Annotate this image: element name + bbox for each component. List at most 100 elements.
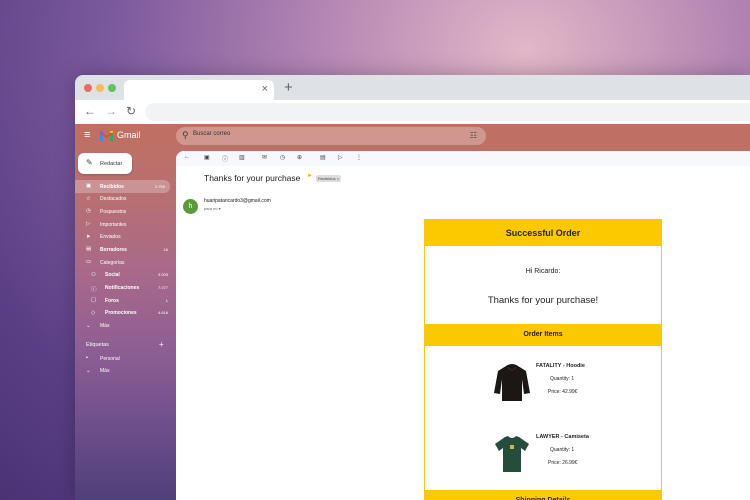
menu-icon[interactable]: ≡ <box>84 129 90 141</box>
label-icon: ▪ <box>86 355 88 362</box>
sidebar-item-label: Notificaciones <box>105 285 140 291</box>
item-quantity: Quantity: 1 <box>550 376 575 382</box>
labels-header: Etiquetas + <box>75 338 173 352</box>
unread-count: 2.769 <box>154 183 165 189</box>
sidebar-item-mas[interactable]: ⌄ Más <box>75 320 173 333</box>
address-bar[interactable] <box>145 103 750 121</box>
sidebar-item-enviados[interactable]: ➤ Enviados <box>75 231 173 244</box>
sidebar-item-label: Categorías <box>100 259 125 266</box>
chevron-down-icon: ⌄ <box>86 322 91 329</box>
message-view: ← ▣ ⓘ ▥ ✉ ◷ ⊕ ▤ ▷ ⋮ Thanks for your purc… <box>176 151 750 500</box>
important-icon: ▷ <box>86 221 91 228</box>
hoodie-image <box>494 364 530 401</box>
label-item-personal[interactable]: ▪ Personal <box>75 352 173 365</box>
email-thanks: Thanks for your purchase! <box>487 295 599 306</box>
star-icon: ☆ <box>86 195 91 202</box>
sender-email[interactable]: huaripataricardo3@gmail.com <box>204 198 271 204</box>
label-icon: ▭ <box>86 259 92 266</box>
reload-icon[interactable]: ↻ <box>126 104 136 118</box>
order-items-header: Order Items <box>425 324 661 346</box>
sidebar-item-recibidos[interactable]: ▣ Recibidos 2.769 <box>75 180 170 193</box>
sidebar-item-borradores[interactable]: ▤ Borradores 16 <box>75 243 173 256</box>
gmail-logo-text: Gmail <box>117 130 141 140</box>
snooze-icon[interactable]: ◷ <box>280 154 285 161</box>
close-icon[interactable]: × <box>262 83 268 95</box>
item-name: LAWYER - Camiseta <box>536 434 589 440</box>
labels-title: Etiquetas <box>86 342 109 349</box>
people-icon: ⚇ <box>91 271 96 278</box>
delete-icon[interactable]: ▥ <box>239 154 245 161</box>
unread-count: 3.003 <box>157 272 168 278</box>
tag-icon: ◇ <box>91 309 96 316</box>
label-item-label: Más <box>100 368 110 375</box>
forward-arrow-icon[interactable]: → <box>105 104 117 118</box>
compose-button[interactable]: ✎ Redactar <box>78 153 132 174</box>
order-item: LAWYER - Camiseta Quantity: 1 Price: 26.… <box>425 434 661 484</box>
sidebar-item-pospuestos[interactable]: ◷ Pospuestos <box>75 205 173 218</box>
draft-icon: ▤ <box>86 246 92 253</box>
recipient-toggle[interactable]: para mí ▾ <box>204 206 221 211</box>
sidebar-item-categorias[interactable]: ▭ Categorías <box>75 256 173 269</box>
sidebar-item-promociones[interactable]: ◇ Promociones 4.616 <box>75 307 173 320</box>
search-options-icon[interactable]: ☷ <box>470 131 477 140</box>
sidebar-item-social[interactable]: ⚇ Social 3.003 <box>75 269 173 282</box>
compose-label: Redactar <box>100 161 123 167</box>
label-item-mas[interactable]: ⌄ Más <box>75 365 173 378</box>
item-price: Price: 42.99€ <box>548 389 578 395</box>
send-icon: ➤ <box>86 233 91 240</box>
add-task-icon[interactable]: ⊕ <box>297 154 302 161</box>
add-label-button[interactable]: + <box>159 340 164 349</box>
order-item: FATALITY - Hoodie Quantity: 1 Price: 42.… <box>425 363 661 413</box>
sidebar-item-importantes[interactable]: ▷ Importantes <box>75 218 173 231</box>
draft-count: 16 <box>163 246 168 252</box>
label-icon[interactable]: ▷ <box>338 154 343 161</box>
search-input[interactable]: ⚲ Buscar correo ☷ <box>176 127 486 145</box>
gmail-app: ≡ Gmail ⚲ Buscar correo ☷ ✎ Redactar ▣ R… <box>75 124 750 500</box>
unread-count: 7.077 <box>157 285 168 290</box>
sidebar-item-notificaciones[interactable]: ⓘ Notificaciones 7.077 <box>75 282 173 295</box>
inbox-label-chip[interactable]: Recibidos × <box>316 175 342 182</box>
browser-tab[interactable]: × <box>124 80 274 100</box>
pencil-icon: ✎ <box>86 158 93 167</box>
item-name: FATALITY - Hoodie <box>536 363 585 369</box>
sidebar-item-label: Recibidos <box>100 183 124 190</box>
sidebar-item-label: Borradores <box>100 246 127 253</box>
forum-icon: ▢ <box>91 297 97 304</box>
avatar[interactable]: h <box>183 199 198 214</box>
gmail-logo-icon <box>100 131 113 141</box>
unread-count: 4.616 <box>157 310 168 316</box>
info-icon: ⓘ <box>91 286 97 293</box>
sidebar-item-label: Promociones <box>105 310 137 317</box>
move-to-icon[interactable]: ▤ <box>320 154 326 161</box>
inbox-icon: ▣ <box>86 183 92 189</box>
shipping-details-header: Shipping Details <box>425 490 661 500</box>
sidebar: ▣ Recibidos 2.769 ☆ Destacados ◷ Pospues… <box>75 180 173 378</box>
important-marker-icon[interactable]: ► <box>307 173 313 179</box>
email-header: Successful Order <box>425 220 661 246</box>
minimize-window-button[interactable] <box>96 84 104 92</box>
browser-window: × + ← → ↻ ≡ Gmail ⚲ Buscar correo ☷ ✎ Re… <box>75 75 750 500</box>
more-options-icon[interactable]: ⋮ <box>356 154 362 161</box>
report-spam-icon[interactable]: ⓘ <box>222 154 228 163</box>
tab-strip: × + <box>75 75 750 100</box>
archive-icon[interactable]: ▣ <box>204 154 210 161</box>
mark-unread-icon[interactable]: ✉ <box>262 154 267 161</box>
email-body: Successful Order Hi Ricardo: Thanks for … <box>424 219 662 500</box>
item-quantity: Quantity: 1 <box>550 447 575 453</box>
back-arrow-icon[interactable]: ← <box>184 154 190 160</box>
unread-count: 1 <box>165 297 168 303</box>
chevron-down-icon: ⌄ <box>86 367 91 374</box>
new-tab-button[interactable]: + <box>284 79 293 96</box>
close-window-button[interactable] <box>84 84 92 92</box>
sidebar-item-label: Foros <box>105 297 119 304</box>
search-icon[interactable]: ⚲ <box>182 130 189 141</box>
sidebar-item-label: Enviados <box>100 234 121 241</box>
email-greeting: Hi Ricardo: <box>525 268 561 275</box>
back-arrow-icon[interactable]: ← <box>84 104 96 118</box>
sidebar-item-foros[interactable]: ▢ Foros 1 <box>75 294 173 307</box>
browser-toolbar: ← → ↻ <box>75 100 750 124</box>
sidebar-item-destacados[interactable]: ☆ Destacados <box>75 193 173 206</box>
maximize-window-button[interactable] <box>108 84 116 92</box>
message-toolbar: ← ▣ ⓘ ▥ ✉ ◷ ⊕ ▤ ▷ ⋮ <box>176 151 750 166</box>
message-subject: Thanks for your purchase <box>204 173 301 183</box>
